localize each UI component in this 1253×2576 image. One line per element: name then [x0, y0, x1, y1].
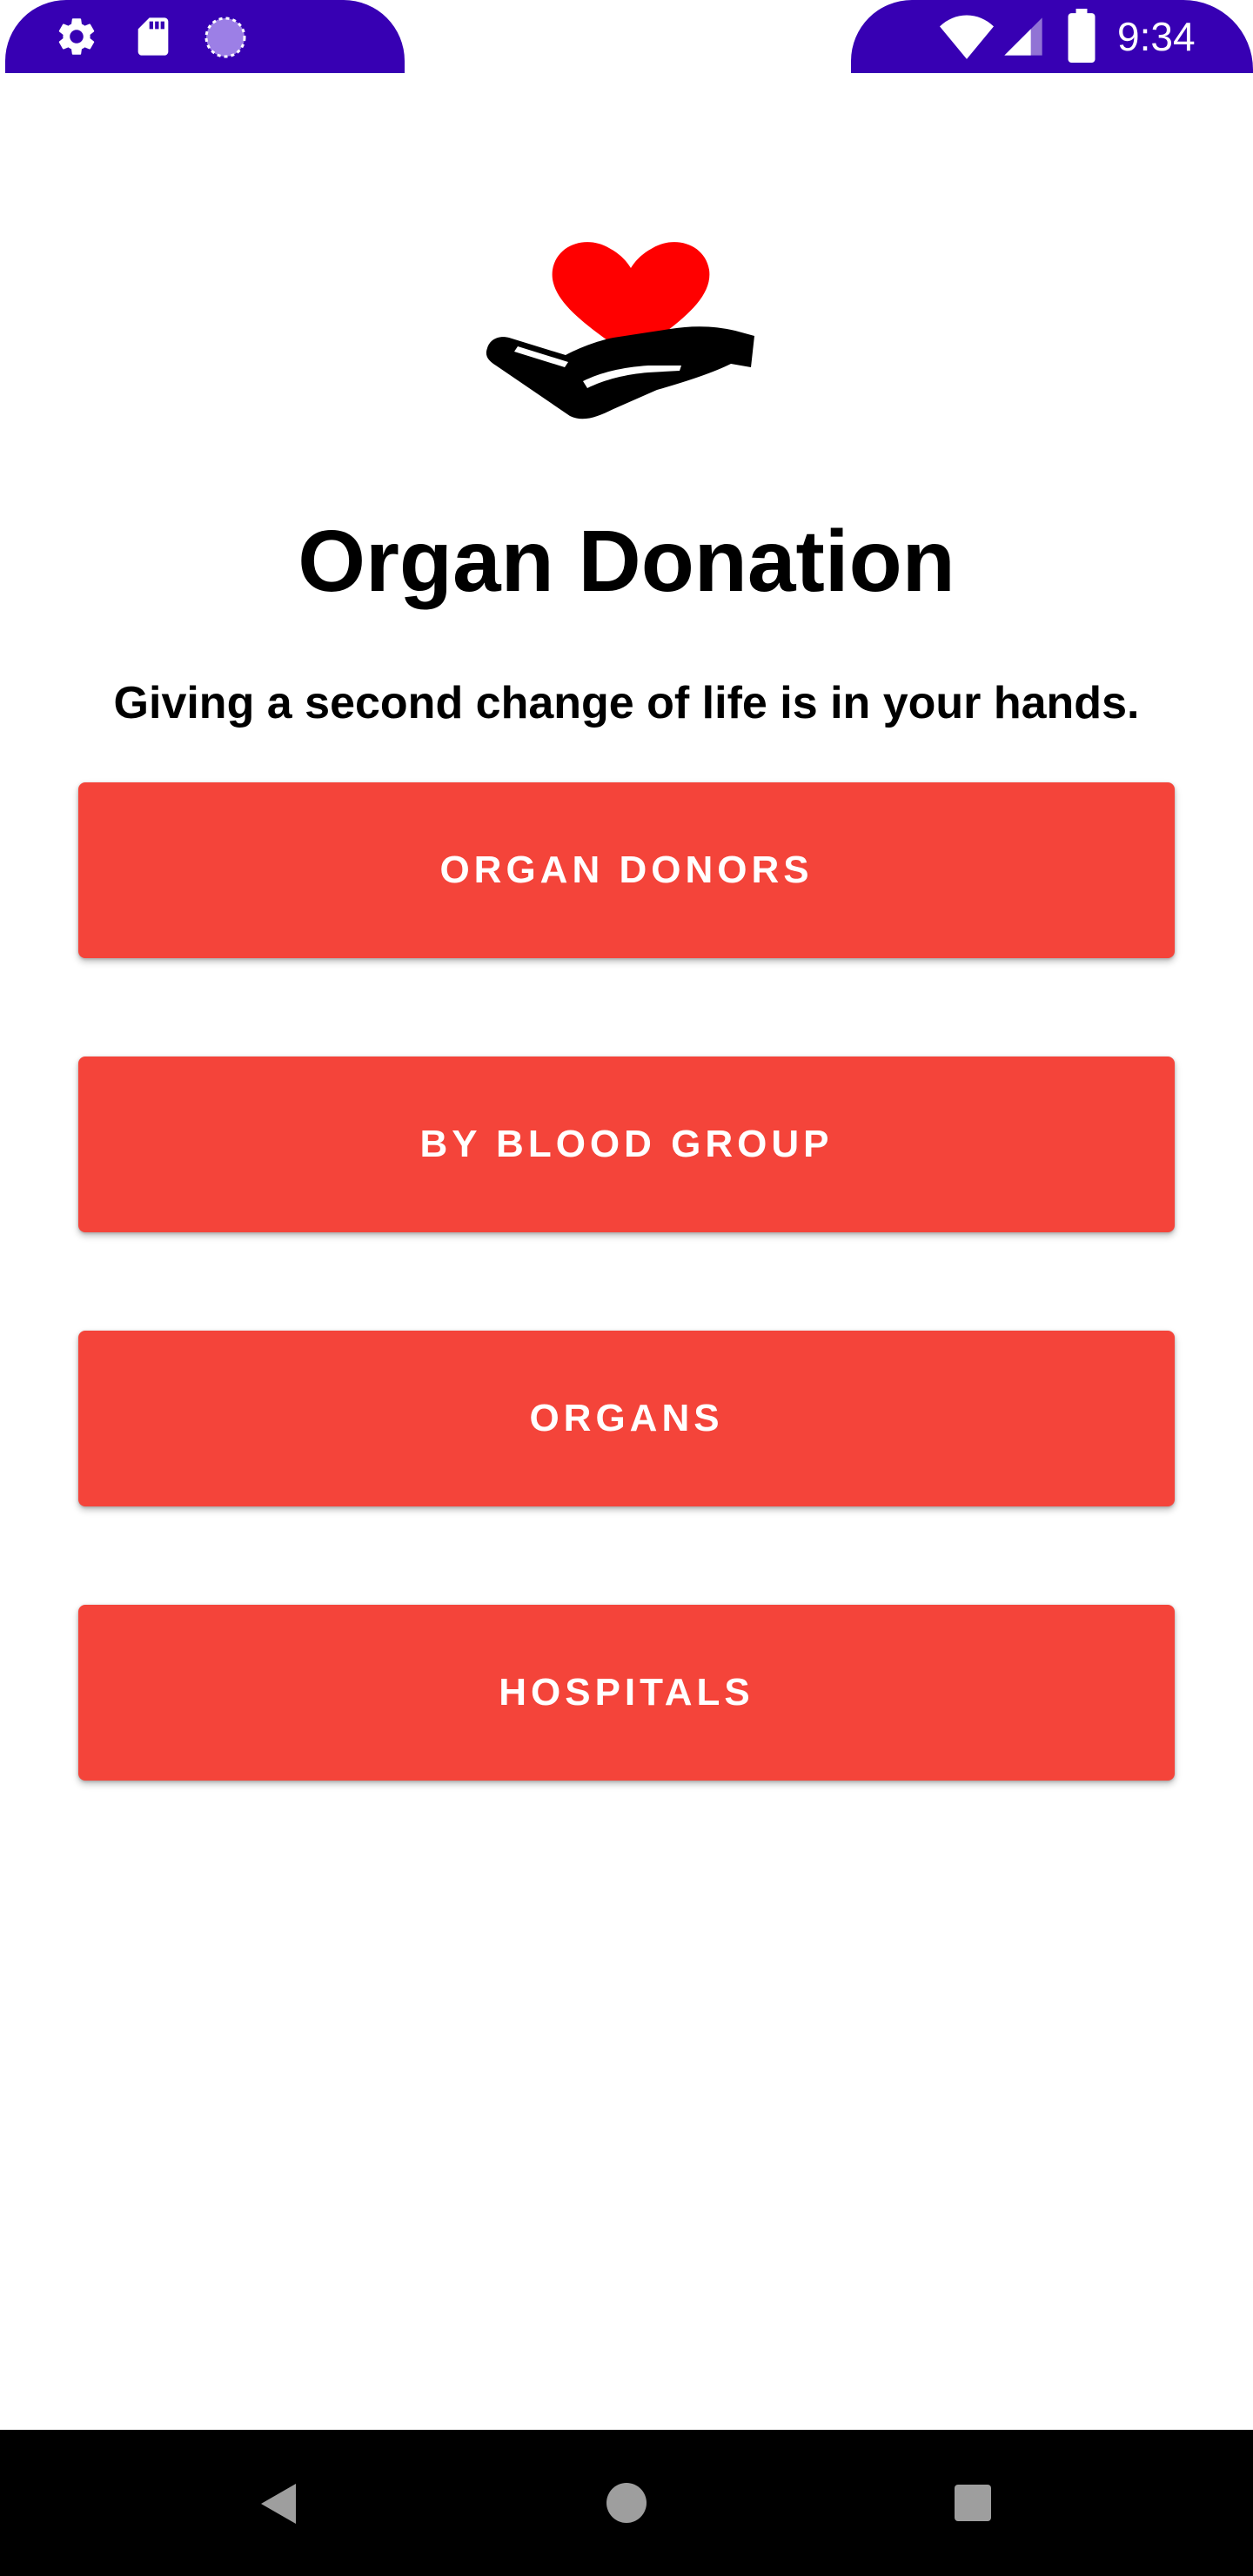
page-title: Organ Donation [298, 513, 955, 610]
heart-in-hand-icon [486, 242, 754, 419]
home-icon[interactable] [606, 2483, 647, 2523]
settings-icon [58, 18, 95, 55]
organs-button[interactable]: ORGANS [78, 1331, 1175, 1506]
organ-donors-button[interactable]: ORGAN DONORS [78, 782, 1175, 958]
hospitals-button[interactable]: HOSPITALS [78, 1605, 1175, 1781]
sync-circle-icon [204, 17, 246, 58]
by-blood-group-button[interactable]: BY BLOOD GROUP [78, 1057, 1175, 1232]
back-icon[interactable] [259, 2484, 298, 2524]
status-bar-left [5, 0, 405, 73]
status-clock: 9:34 [1117, 14, 1196, 59]
recents-icon[interactable] [955, 2485, 991, 2521]
battery-icon [1068, 9, 1096, 63]
wifi-icon [940, 15, 994, 59]
sd-card-icon [137, 17, 169, 56]
page-subtitle: Giving a second change of life is in you… [113, 678, 1140, 728]
cell-signal-icon [1004, 17, 1042, 56]
